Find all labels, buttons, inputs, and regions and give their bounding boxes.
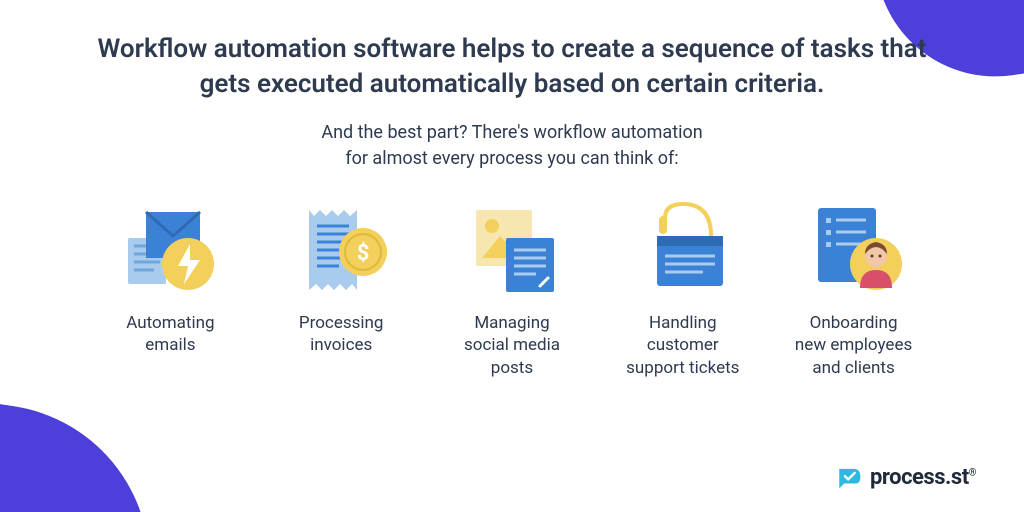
label-line: new employees	[795, 335, 912, 355]
card-label: Onboarding new employees and clients	[795, 312, 912, 378]
card-automating-emails: Automating emails	[90, 196, 251, 378]
card-label: Processing invoices	[299, 312, 384, 356]
label-line: and clients	[812, 358, 894, 378]
brand-name: process.st®	[870, 465, 976, 490]
main-content: Workflow automation software helps to cr…	[0, 0, 1024, 379]
checklist-person-icon	[794, 196, 914, 306]
card-managing-social: Managing social media posts	[432, 196, 593, 378]
headset-chat-icon	[623, 196, 743, 306]
email-lightning-icon	[110, 196, 230, 306]
label-line: Managing	[474, 313, 549, 333]
label-line: Handling	[649, 313, 717, 333]
label-line: support tickets	[626, 358, 739, 378]
photo-note-icon	[452, 196, 572, 306]
label-line: Onboarding	[810, 313, 898, 333]
invoice-dollar-icon: $	[281, 196, 401, 306]
card-label: Handling customer support tickets	[626, 312, 739, 378]
brand-logo: process.st®	[836, 464, 976, 490]
label-line: Processing	[299, 313, 384, 333]
label-line: emails	[145, 335, 195, 355]
label-line: social media	[464, 335, 560, 355]
card-label: Automating emails	[126, 312, 214, 356]
label-line: posts	[491, 358, 533, 378]
card-label: Managing social media posts	[464, 312, 560, 378]
use-case-row: Automating emails $	[80, 196, 944, 378]
headline: Workflow automation software helps to cr…	[80, 32, 944, 102]
card-onboarding: Onboarding new employees and clients	[773, 196, 934, 378]
decorative-blob-bottom-left	[0, 397, 170, 512]
svg-text:$: $	[357, 241, 370, 266]
process-st-mark-icon	[836, 464, 862, 490]
card-support-tickets: Handling customer support tickets	[602, 196, 763, 378]
subheadline-line1: And the best part? There's workflow auto…	[321, 122, 702, 143]
card-processing-invoices: $ Processing invoices	[261, 196, 422, 378]
subheadline-line2: for almost every process you can think o…	[345, 148, 678, 169]
label-line: customer	[647, 335, 719, 355]
label-line: Automating	[126, 313, 214, 333]
brand-text: process.st	[870, 465, 969, 490]
subheadline: And the best part? There's workflow auto…	[80, 120, 944, 172]
label-line: invoices	[310, 335, 372, 355]
